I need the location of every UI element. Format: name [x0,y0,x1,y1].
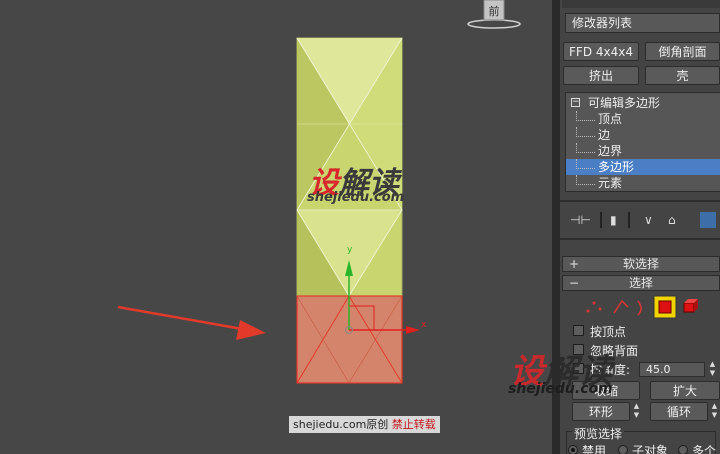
vertex-mode-icon[interactable] [586,301,602,313]
loop-spinner[interactable]: ▲ ▼ [710,402,719,421]
by-vertex-label: 按顶点 [590,325,627,339]
by-vertex-checkbox[interactable] [573,325,584,336]
preview-subobject-radio[interactable] [618,445,628,454]
ring-spinner[interactable]: ▲ ▼ [632,402,641,421]
border-mode-icon[interactable] [637,300,642,316]
stack-root[interactable]: − 可编辑多边形 [566,95,720,111]
modifier-list-dropdown[interactable]: 修改器列表 [565,13,720,33]
subobject-mode-icons [586,295,698,319]
modifier-stack: − 可编辑多边形 顶点边边界 多边形 元素 [565,92,720,192]
bevel-profile-button[interactable]: 倒角剖面 [645,42,720,61]
copyright-caption: shejiedu.com原创 禁止转载 [289,416,440,433]
stack-item[interactable]: 边 [566,127,720,143]
stack-item[interactable]: 顶点 [566,111,720,127]
ffd-button[interactable]: FFD 4x4x4 [563,42,639,61]
annotation-arrow [117,305,266,340]
remove-modifier-icon[interactable]: ⌂ [668,212,676,228]
stack-item[interactable]: 边界 [566,143,720,159]
make-unique-icon[interactable]: ∨ [644,212,653,228]
perspective-viewport[interactable]: y x 前 设解读 shejiedu.com shejiedu.com原创 禁止… [0,0,552,454]
watermark-url-2: shejiedu.com [508,381,613,397]
edge-mode-icon[interactable] [613,299,629,314]
polygon-mode-icon[interactable] [653,295,677,319]
angle-spinner[interactable]: ▲ ▼ [708,360,717,379]
grow-button[interactable]: 扩大 [650,381,720,400]
watermark-url: shejiedu.com [307,190,405,205]
extrude-button[interactable]: 挤出 [563,66,639,85]
stack-item[interactable]: 多边形 [566,159,720,175]
selection-rollout[interactable]: − 选择 [562,275,720,291]
collapse-icon[interactable]: − [571,98,580,107]
ring-button[interactable]: 环形 [572,402,630,421]
preview-multi-radio[interactable] [678,445,688,454]
loop-button[interactable]: 循环 [650,402,708,421]
show-end-result-icon[interactable]: ▮ [610,212,617,228]
scene-canvas: y x [117,37,427,384]
preview-selection-label: 预览选择 [572,425,625,442]
preview-off-radio[interactable] [568,445,578,454]
viewcube-label: 前 [489,4,500,18]
gizmo-x-label: x [421,320,427,330]
pin-stack-icon[interactable]: ⊣⊢ [570,212,591,228]
element-mode-icon[interactable] [683,299,698,313]
angle-input[interactable]: 45.0 [639,362,705,377]
shell-button[interactable]: 壳 [645,66,720,85]
viewcube[interactable]: 前 [466,0,522,30]
gizmo-y-label: y [347,245,353,255]
stack-item[interactable]: 元素 [566,175,720,191]
soft-selection-rollout[interactable]: + 软选择 [562,256,720,272]
configure-sets-icon[interactable] [700,212,716,228]
